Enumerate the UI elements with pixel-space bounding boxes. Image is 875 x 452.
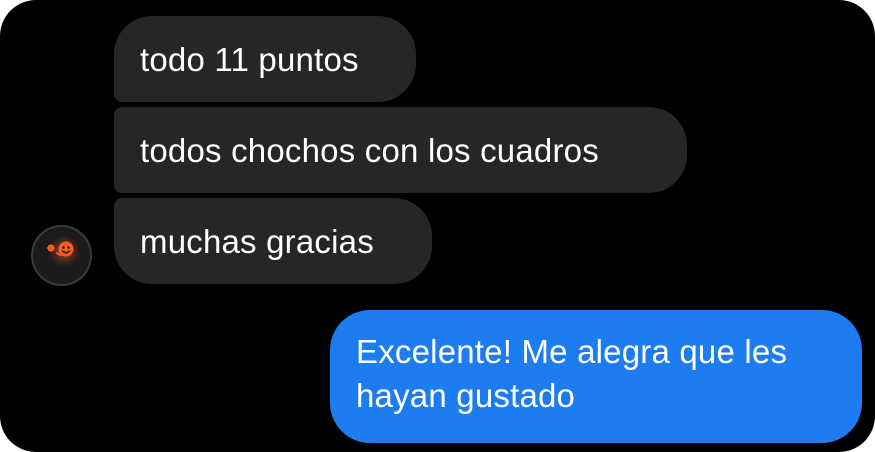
incoming-message-bubble[interactable]: todo 11 puntos <box>114 16 416 102</box>
incoming-message-bubble[interactable]: todos chochos con los cuadros <box>114 107 687 193</box>
outgoing-message-bubble[interactable]: Excelente! Me alegra que les hayan gusta… <box>330 310 862 443</box>
sender-avatar[interactable] <box>31 225 92 286</box>
chat-thread: todo 11 puntos todos chochos con los cua… <box>0 0 875 452</box>
incoming-message-bubble[interactable]: muchas gracias <box>114 198 432 284</box>
glowing-smiley-avatar-icon <box>47 235 80 267</box>
